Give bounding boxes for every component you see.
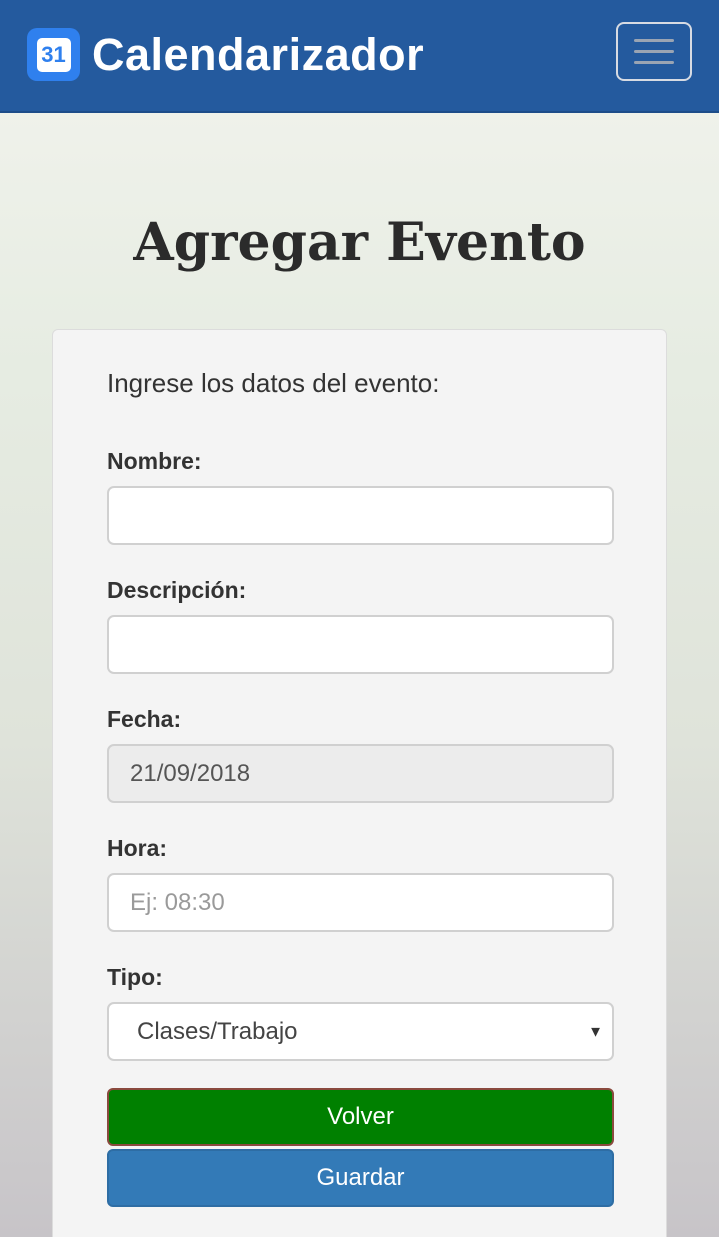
descripcion-input[interactable]: [107, 615, 614, 674]
descripcion-label: Descripción:: [107, 577, 247, 603]
hamburger-menu-icon: [634, 39, 674, 42]
tipo-label: Tipo:: [107, 964, 163, 990]
calendar-icon: 31: [27, 28, 80, 81]
fecha-input[interactable]: 21/09/2018: [107, 744, 614, 803]
hamburger-menu-button[interactable]: [616, 22, 692, 81]
nombre-input[interactable]: [107, 486, 614, 545]
brand-title: Calendarizador: [92, 28, 425, 80]
navbar: 31 Calendarizador: [0, 0, 719, 113]
hora-input[interactable]: Ej: 08:30: [107, 873, 614, 932]
tipo-select[interactable]: Clases/Trabajo ▼: [107, 1002, 614, 1061]
fecha-label: Fecha:: [107, 706, 182, 732]
page-title: Agregar Evento: [133, 212, 586, 273]
dropdown-arrow-icon: ▼: [588, 1023, 603, 1040]
volver-button[interactable]: Volver: [107, 1088, 614, 1146]
form-heading: Ingrese los datos del evento:: [107, 368, 440, 398]
nombre-label: Nombre:: [107, 448, 202, 474]
guardar-button[interactable]: Guardar: [107, 1149, 614, 1207]
event-form-card: Ingrese los datos del evento: Nombre: De…: [52, 329, 667, 1237]
hora-label: Hora:: [107, 835, 168, 861]
tipo-selected-value: Clases/Trabajo: [137, 1017, 298, 1045]
brand-link[interactable]: 31 Calendarizador: [27, 28, 424, 81]
